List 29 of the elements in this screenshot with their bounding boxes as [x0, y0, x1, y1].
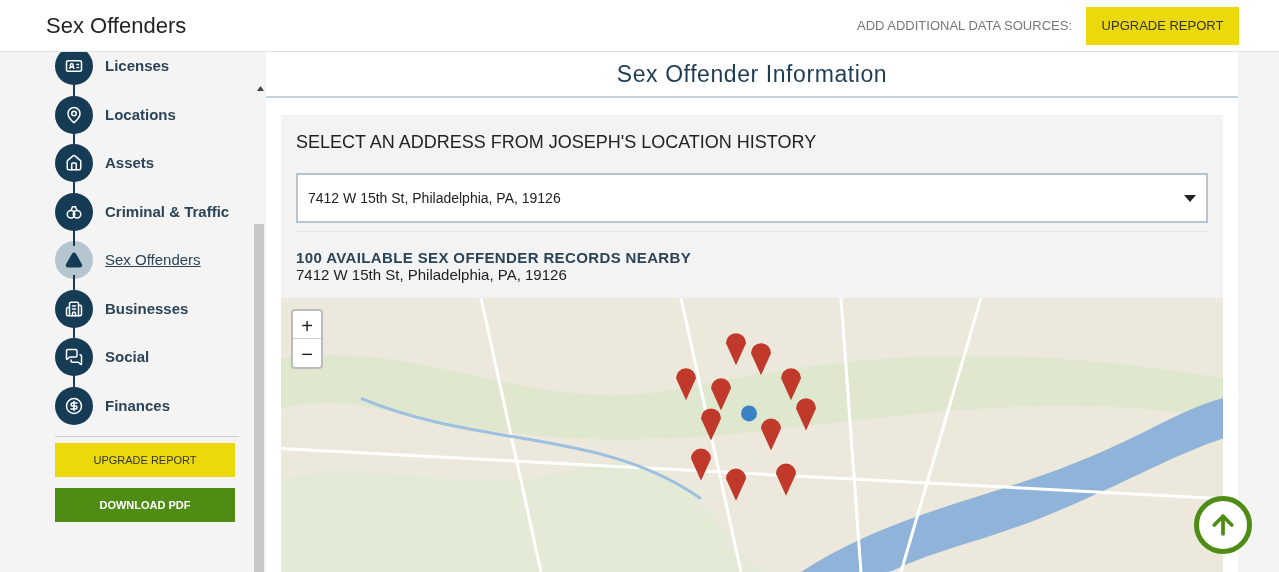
nav-link[interactable]: Locations [105, 103, 176, 126]
address-select[interactable]: 7412 W 15th St, Philadelphia, PA, 19126 [296, 173, 1208, 223]
download-pdf-button[interactable]: DOWNLOAD PDF [55, 488, 235, 522]
scroll-up-icon[interactable] [256, 86, 264, 91]
zoom-out-button[interactable]: − [293, 339, 321, 367]
nav-link[interactable]: Licenses [105, 55, 170, 78]
nav-link[interactable]: Assets [105, 152, 155, 175]
upgrade-report-button[interactable]: UPGRADE REPORT [55, 443, 235, 477]
section-title: Sex Offender Information [616, 59, 888, 89]
records-heading: 100 AVAILABLE SEX OFFENDER RECORDS NEARBY [295, 250, 693, 266]
building-icon [65, 299, 83, 318]
dropdown-caret-icon [1184, 194, 1196, 202]
map-pin-icon [65, 105, 83, 124]
select-heading: SELECT AN ADDRESS FROM JOSEPH'S LOCATION HISTORY [295, 131, 818, 154]
nav-link[interactable]: Finances [105, 394, 171, 417]
nav-link[interactable]: Sex Offenders [105, 249, 201, 272]
nav-link[interactable]: Social [105, 346, 150, 369]
records-address: 7412 W 15th St, Philadelphia, PA, 19126 [295, 266, 568, 284]
house-icon [65, 154, 83, 173]
page-title: Sex Offenders [46, 12, 187, 40]
data-sources-label: ADD ADDITIONAL DATA SOURCES: [856, 16, 1072, 35]
upgrade-report-button[interactable]: UPGRADE REPORT [1086, 6, 1239, 45]
warning-icon [65, 251, 83, 270]
scrollbar-thumb[interactable] [253, 224, 264, 572]
zoom-in-button[interactable]: + [293, 311, 321, 339]
chat-icon [65, 348, 83, 367]
dollar-icon [65, 396, 83, 415]
nav-link[interactable]: Businesses [105, 297, 189, 320]
nav-link[interactable]: Criminal & Traffic [105, 200, 230, 223]
